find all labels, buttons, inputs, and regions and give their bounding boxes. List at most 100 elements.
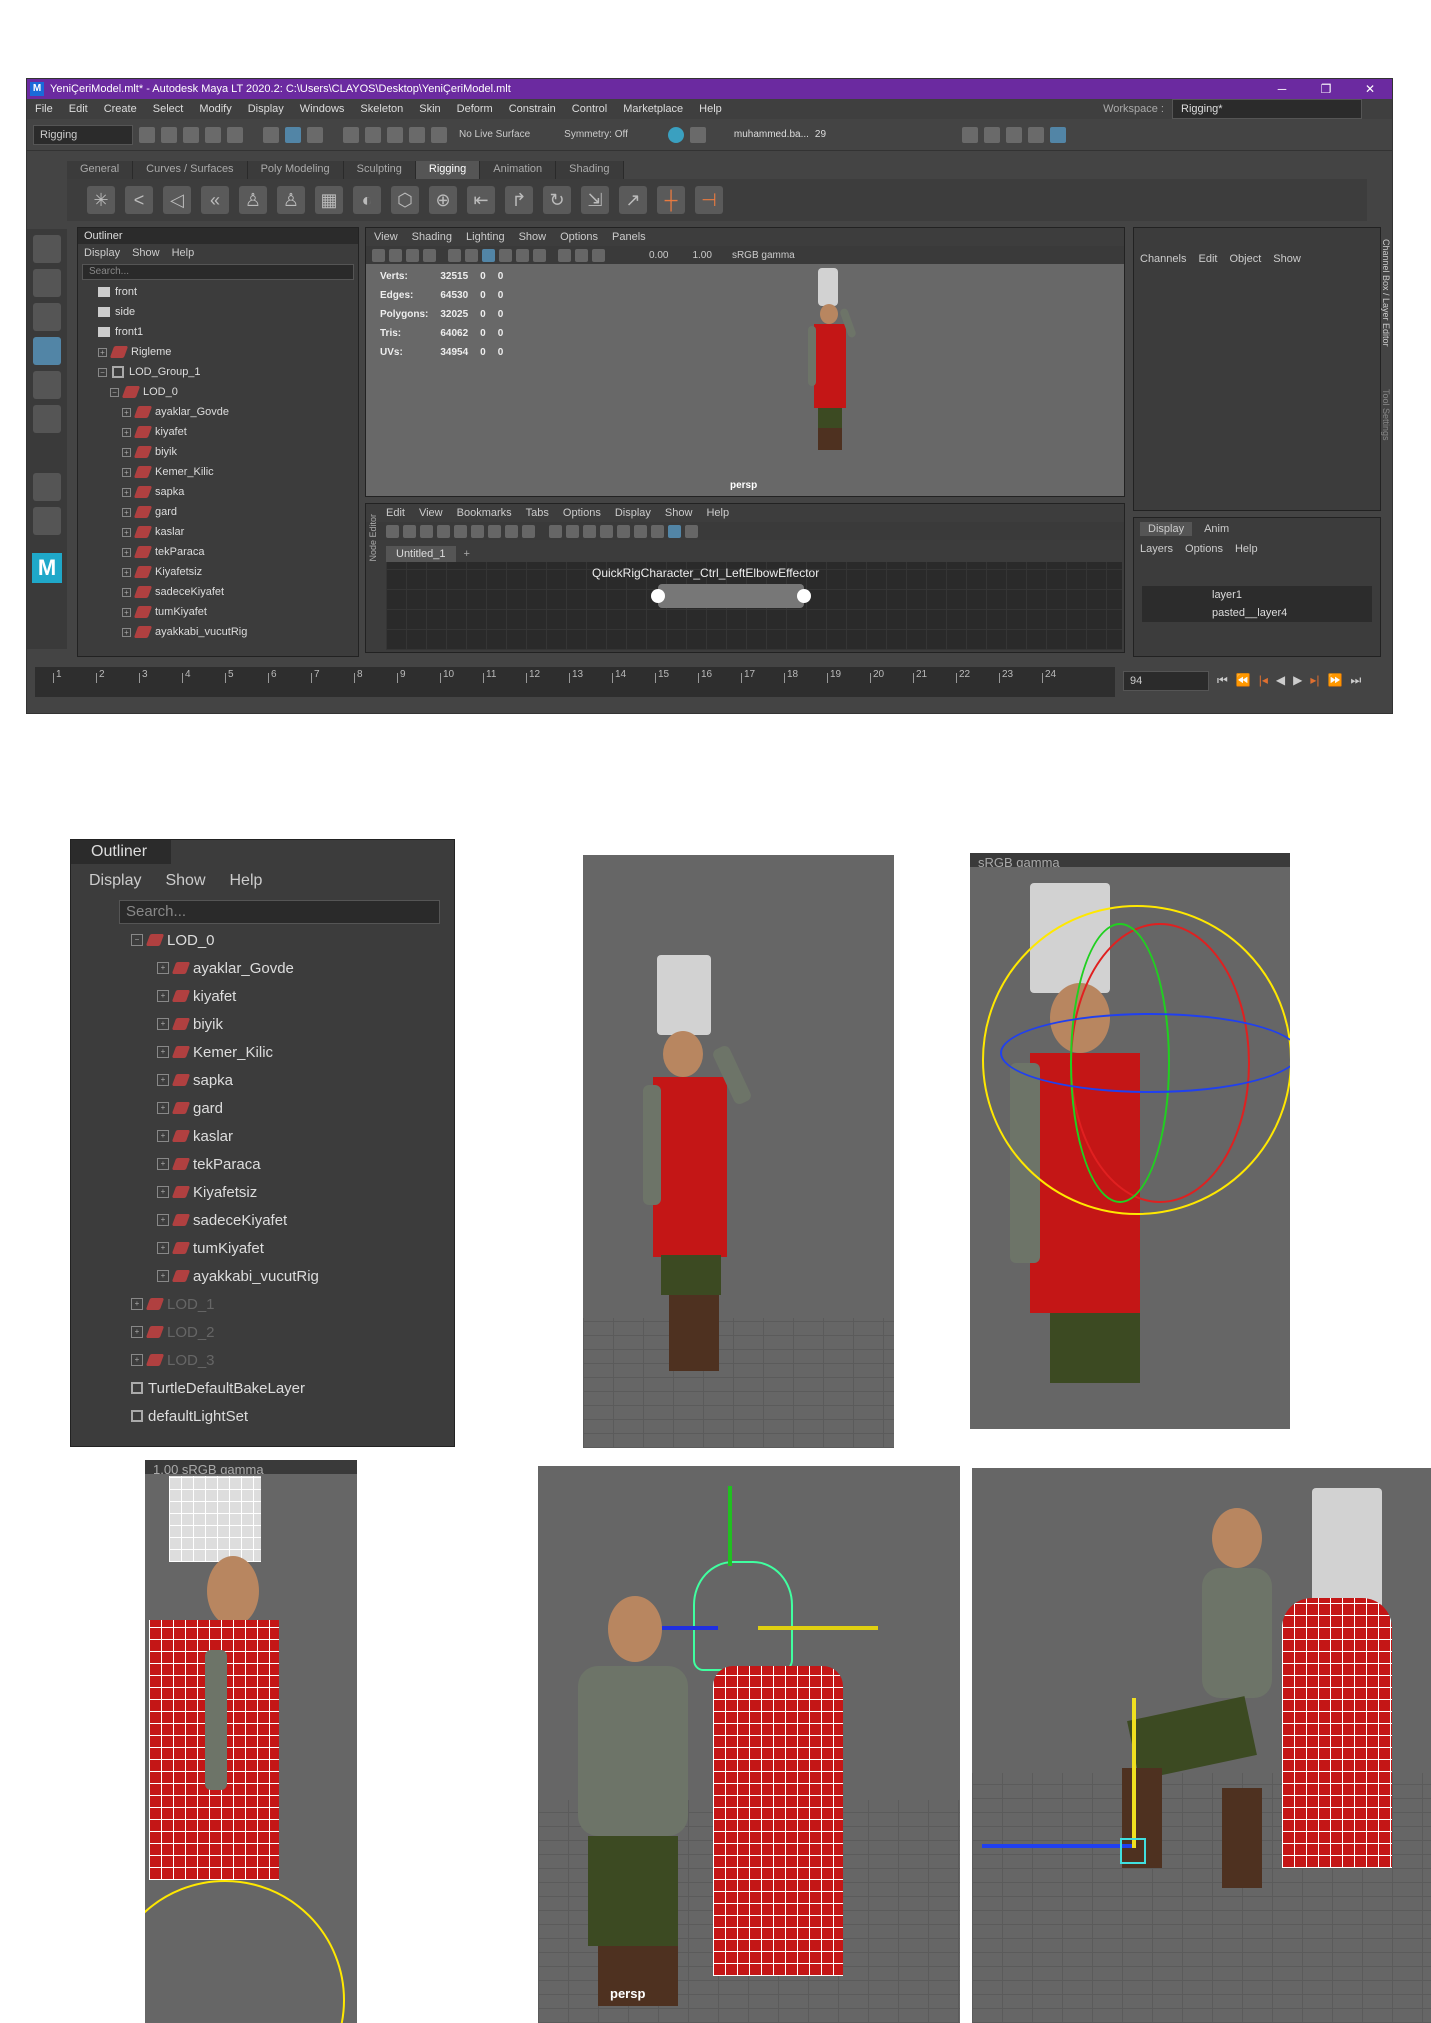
hat-wireframe-selected[interactable] (693, 1561, 793, 1671)
shelf-tab-sculpting[interactable]: Sculpting (343, 161, 416, 179)
node-tab-untitled[interactable]: Untitled_1 (386, 546, 456, 562)
expand-icon[interactable]: + (157, 1074, 169, 1086)
move-gizmo-y-arrow[interactable] (1132, 1698, 1136, 1848)
expand-icon[interactable]: + (122, 527, 131, 537)
grid-icon[interactable] (448, 248, 461, 262)
search-icon[interactable] (617, 524, 630, 538)
zoom-outliner-item[interactable]: + Kemer_Kilic (131, 1038, 454, 1066)
camera-icon[interactable] (372, 248, 385, 262)
expand-icon[interactable]: + (157, 1018, 169, 1030)
expand-icon[interactable]: + (157, 962, 169, 974)
frame-selected-icon[interactable] (522, 524, 535, 538)
outliner-menu-show[interactable]: Show (132, 247, 160, 259)
select-hierarchy-icon[interactable] (263, 126, 279, 143)
menu-skeleton[interactable]: Skeleton (352, 103, 411, 115)
zoom-outliner-menu-show[interactable]: Show (165, 872, 205, 890)
custom-mode-icon[interactable] (600, 524, 613, 538)
channel-menu-edit[interactable]: Edit (1198, 253, 1217, 265)
wireframe-icon[interactable] (465, 248, 478, 262)
shelf-tab-animation[interactable]: Animation (480, 161, 557, 179)
play-forward-icon[interactable]: ▶ (1293, 673, 1302, 688)
exposure-value[interactable]: 0.00 (649, 250, 668, 261)
channel-menu-object[interactable]: Object (1229, 253, 1261, 265)
character-model[interactable] (806, 268, 886, 488)
tool-settings-icon[interactable] (1028, 126, 1045, 143)
outliner-item[interactable]: + sapka (98, 482, 358, 502)
expand-icon[interactable]: + (122, 407, 131, 417)
zoom-outliner-item[interactable]: + gard (131, 1094, 454, 1122)
save-scene-icon[interactable] (183, 126, 199, 143)
channel-box-side-label[interactable]: Channel Box / Layer Editor (1381, 239, 1391, 347)
open-scene-icon[interactable] (161, 126, 177, 143)
full-mode-icon[interactable] (583, 524, 596, 538)
frame-all-icon[interactable] (505, 524, 518, 538)
snap-surface-icon[interactable] (431, 126, 447, 143)
new-scene-icon[interactable] (139, 126, 155, 143)
zoom-outliner-item[interactable]: − LOD_0 (131, 926, 454, 954)
move-gizmo-x-arrow[interactable] (758, 1626, 878, 1630)
zoom-outliner-menu-display[interactable]: Display (89, 872, 141, 890)
lattice-icon[interactable]: ⬡ (391, 186, 419, 214)
humanik-icon[interactable]: ♙ (277, 186, 305, 214)
go-to-end-icon[interactable]: ⏭ (1350, 673, 1361, 688)
outliner-item[interactable]: front1 (98, 322, 358, 342)
outliner-item[interactable]: + Kemer_Kilic (98, 462, 358, 482)
snap-point-icon[interactable] (387, 126, 403, 143)
expand-icon[interactable]: + (122, 487, 131, 497)
zoom-outliner-item[interactable]: + kiyafet (131, 982, 454, 1010)
node-editor-menu-edit[interactable]: Edit (386, 507, 405, 519)
expand-icon[interactable]: + (122, 567, 131, 577)
remove-selected-icon[interactable] (471, 524, 484, 538)
node-graph[interactable]: QuickRigCharacter_Ctrl_LeftElbowEffector (386, 562, 1122, 650)
layer-tab-display[interactable]: Display (1140, 522, 1193, 536)
notification-count[interactable]: 29 (815, 129, 826, 140)
snap-curve-icon[interactable] (365, 126, 381, 143)
render-icon[interactable] (667, 126, 684, 143)
simple-mode-icon[interactable] (549, 524, 562, 538)
select-component-icon[interactable] (307, 126, 323, 143)
expand-icon[interactable]: + (157, 1130, 169, 1142)
shadows-icon[interactable] (533, 248, 546, 262)
node-editor-menu-options[interactable]: Options (563, 507, 601, 519)
input-connections-icon[interactable] (386, 524, 399, 538)
aim-constraint-icon[interactable]: ↗ (619, 186, 647, 214)
hud-icon[interactable] (592, 248, 605, 262)
scale-tool-icon[interactable] (33, 405, 61, 433)
shelf-tab-curves-surfaces[interactable]: Curves / Surfaces (133, 161, 248, 179)
channel-menu-channels[interactable]: Channels (1140, 253, 1186, 265)
outliner-item[interactable]: + tekParaca (98, 542, 358, 562)
shelf-tab-shading[interactable]: Shading (556, 161, 624, 179)
textured-icon[interactable] (499, 248, 512, 262)
mirror-joint-icon[interactable]: ◁ (163, 186, 191, 214)
menu-skin[interactable]: Skin (411, 103, 448, 115)
live-surface-label[interactable]: No Live Surface (459, 129, 530, 140)
output-port[interactable] (797, 589, 811, 603)
menu-select[interactable]: Select (145, 103, 192, 115)
move-gizmo-z-arrow[interactable] (982, 1844, 1132, 1848)
viewport-menu-options[interactable]: Options (560, 231, 598, 243)
expand-icon[interactable]: − (98, 367, 107, 377)
channel-menu-show[interactable]: Show (1273, 253, 1301, 265)
redo-icon[interactable] (227, 126, 243, 143)
menu-file[interactable]: File (27, 103, 61, 115)
xray-icon[interactable] (558, 248, 571, 262)
attribute-filter-icon[interactable] (685, 524, 698, 538)
expand-icon[interactable]: + (122, 447, 131, 457)
expand-icon[interactable]: + (131, 1298, 143, 1310)
zoom-outliner-item[interactable]: + tumKiyafet (131, 1234, 454, 1262)
node-editor-menu-view[interactable]: View (419, 507, 443, 519)
pin-icon[interactable] (651, 524, 664, 538)
outliner-item[interactable]: + ayaklar_Govde (98, 402, 358, 422)
outliner-search[interactable]: Search... (82, 264, 354, 280)
tool-settings-side-label[interactable]: Tool Settings (1381, 389, 1391, 441)
menu-edit[interactable]: Edit (61, 103, 96, 115)
zoom-outliner-item[interactable]: + tekParaca (131, 1150, 454, 1178)
menu-marketplace[interactable]: Marketplace (615, 103, 691, 115)
bind-skin-icon[interactable]: ▦ (315, 186, 343, 214)
shelf-tab-rigging[interactable]: Rigging (415, 161, 481, 179)
parent-constraint-icon[interactable]: ⇤ (467, 186, 495, 214)
zoom-outliner-item[interactable]: + ayaklar_Govde (131, 954, 454, 982)
zoom-outliner-menu-help[interactable]: Help (230, 872, 263, 890)
user-account[interactable]: muhammed.ba... (734, 129, 809, 140)
outliner-item[interactable]: + kaslar (98, 522, 358, 542)
